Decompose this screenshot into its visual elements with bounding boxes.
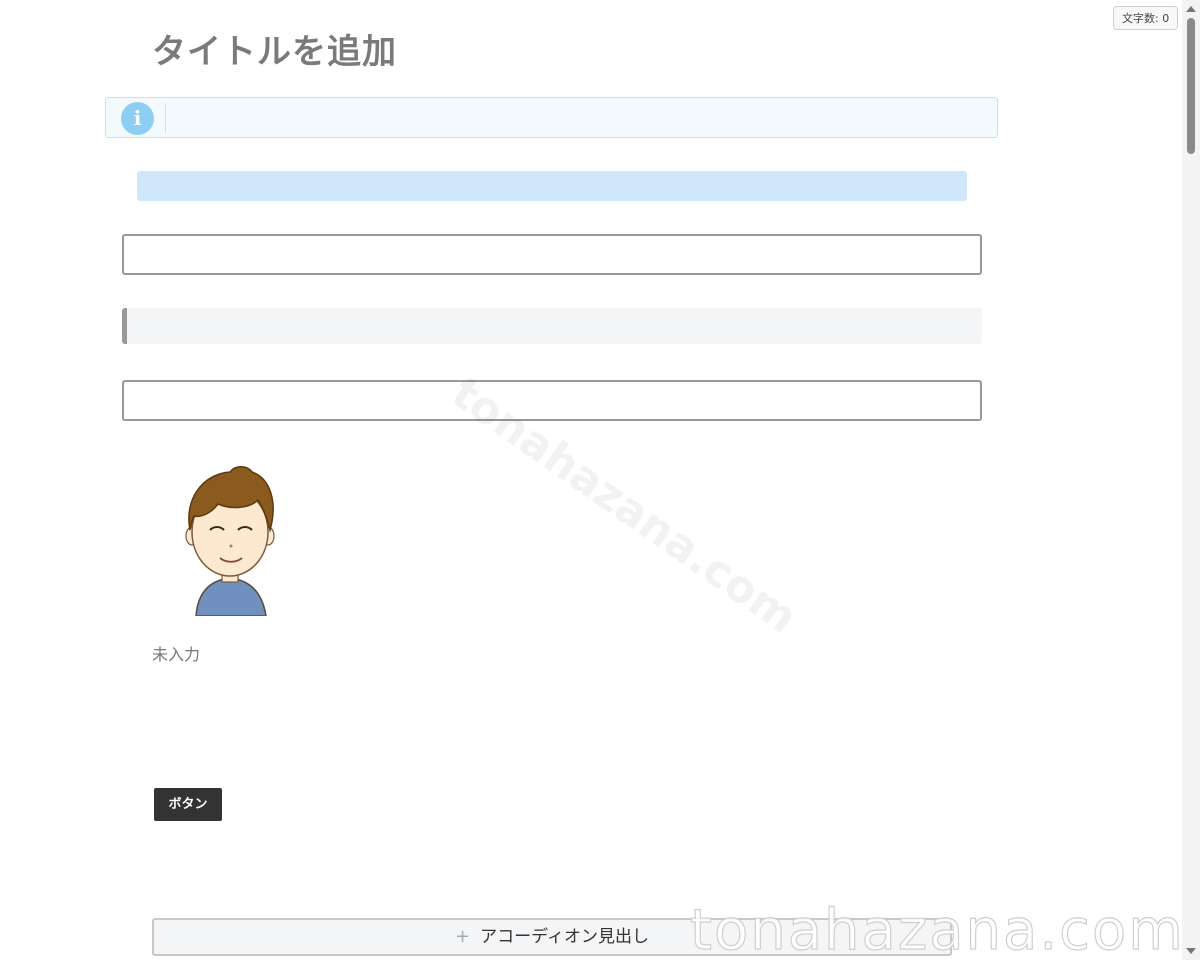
bordered-box-block[interactable] <box>122 234 982 275</box>
info-icon: i <box>121 102 154 135</box>
plus-icon: + <box>455 926 471 947</box>
accordion-label: アコーディオン見出し <box>480 927 649 947</box>
avatar-image[interactable] <box>178 460 282 616</box>
word-count-badge[interactable]: 文字数: 0 <box>1113 6 1179 30</box>
quote-block[interactable] <box>122 308 982 344</box>
highlight-block[interactable] <box>137 171 967 201</box>
avatar-name-label: 未入力 <box>152 645 201 664</box>
bordered-box-block-2[interactable] <box>122 380 982 421</box>
scroll-down-icon[interactable] <box>1186 948 1196 954</box>
button-block[interactable]: ボタン <box>154 788 222 821</box>
scroll-thumb[interactable] <box>1187 18 1195 154</box>
accordion-heading[interactable]: + アコーディオン見出し <box>152 918 952 956</box>
block-editor-page: 文字数: 0 タイトルを追加 i tonahazana.com 未入力 ボタン … <box>0 0 1200 960</box>
info-box-block[interactable]: i <box>105 97 998 138</box>
vertical-scrollbar[interactable] <box>1182 0 1200 960</box>
info-divider <box>165 103 166 133</box>
post-title-input[interactable]: タイトルを追加 <box>152 24 397 73</box>
scroll-up-icon[interactable] <box>1186 6 1196 12</box>
